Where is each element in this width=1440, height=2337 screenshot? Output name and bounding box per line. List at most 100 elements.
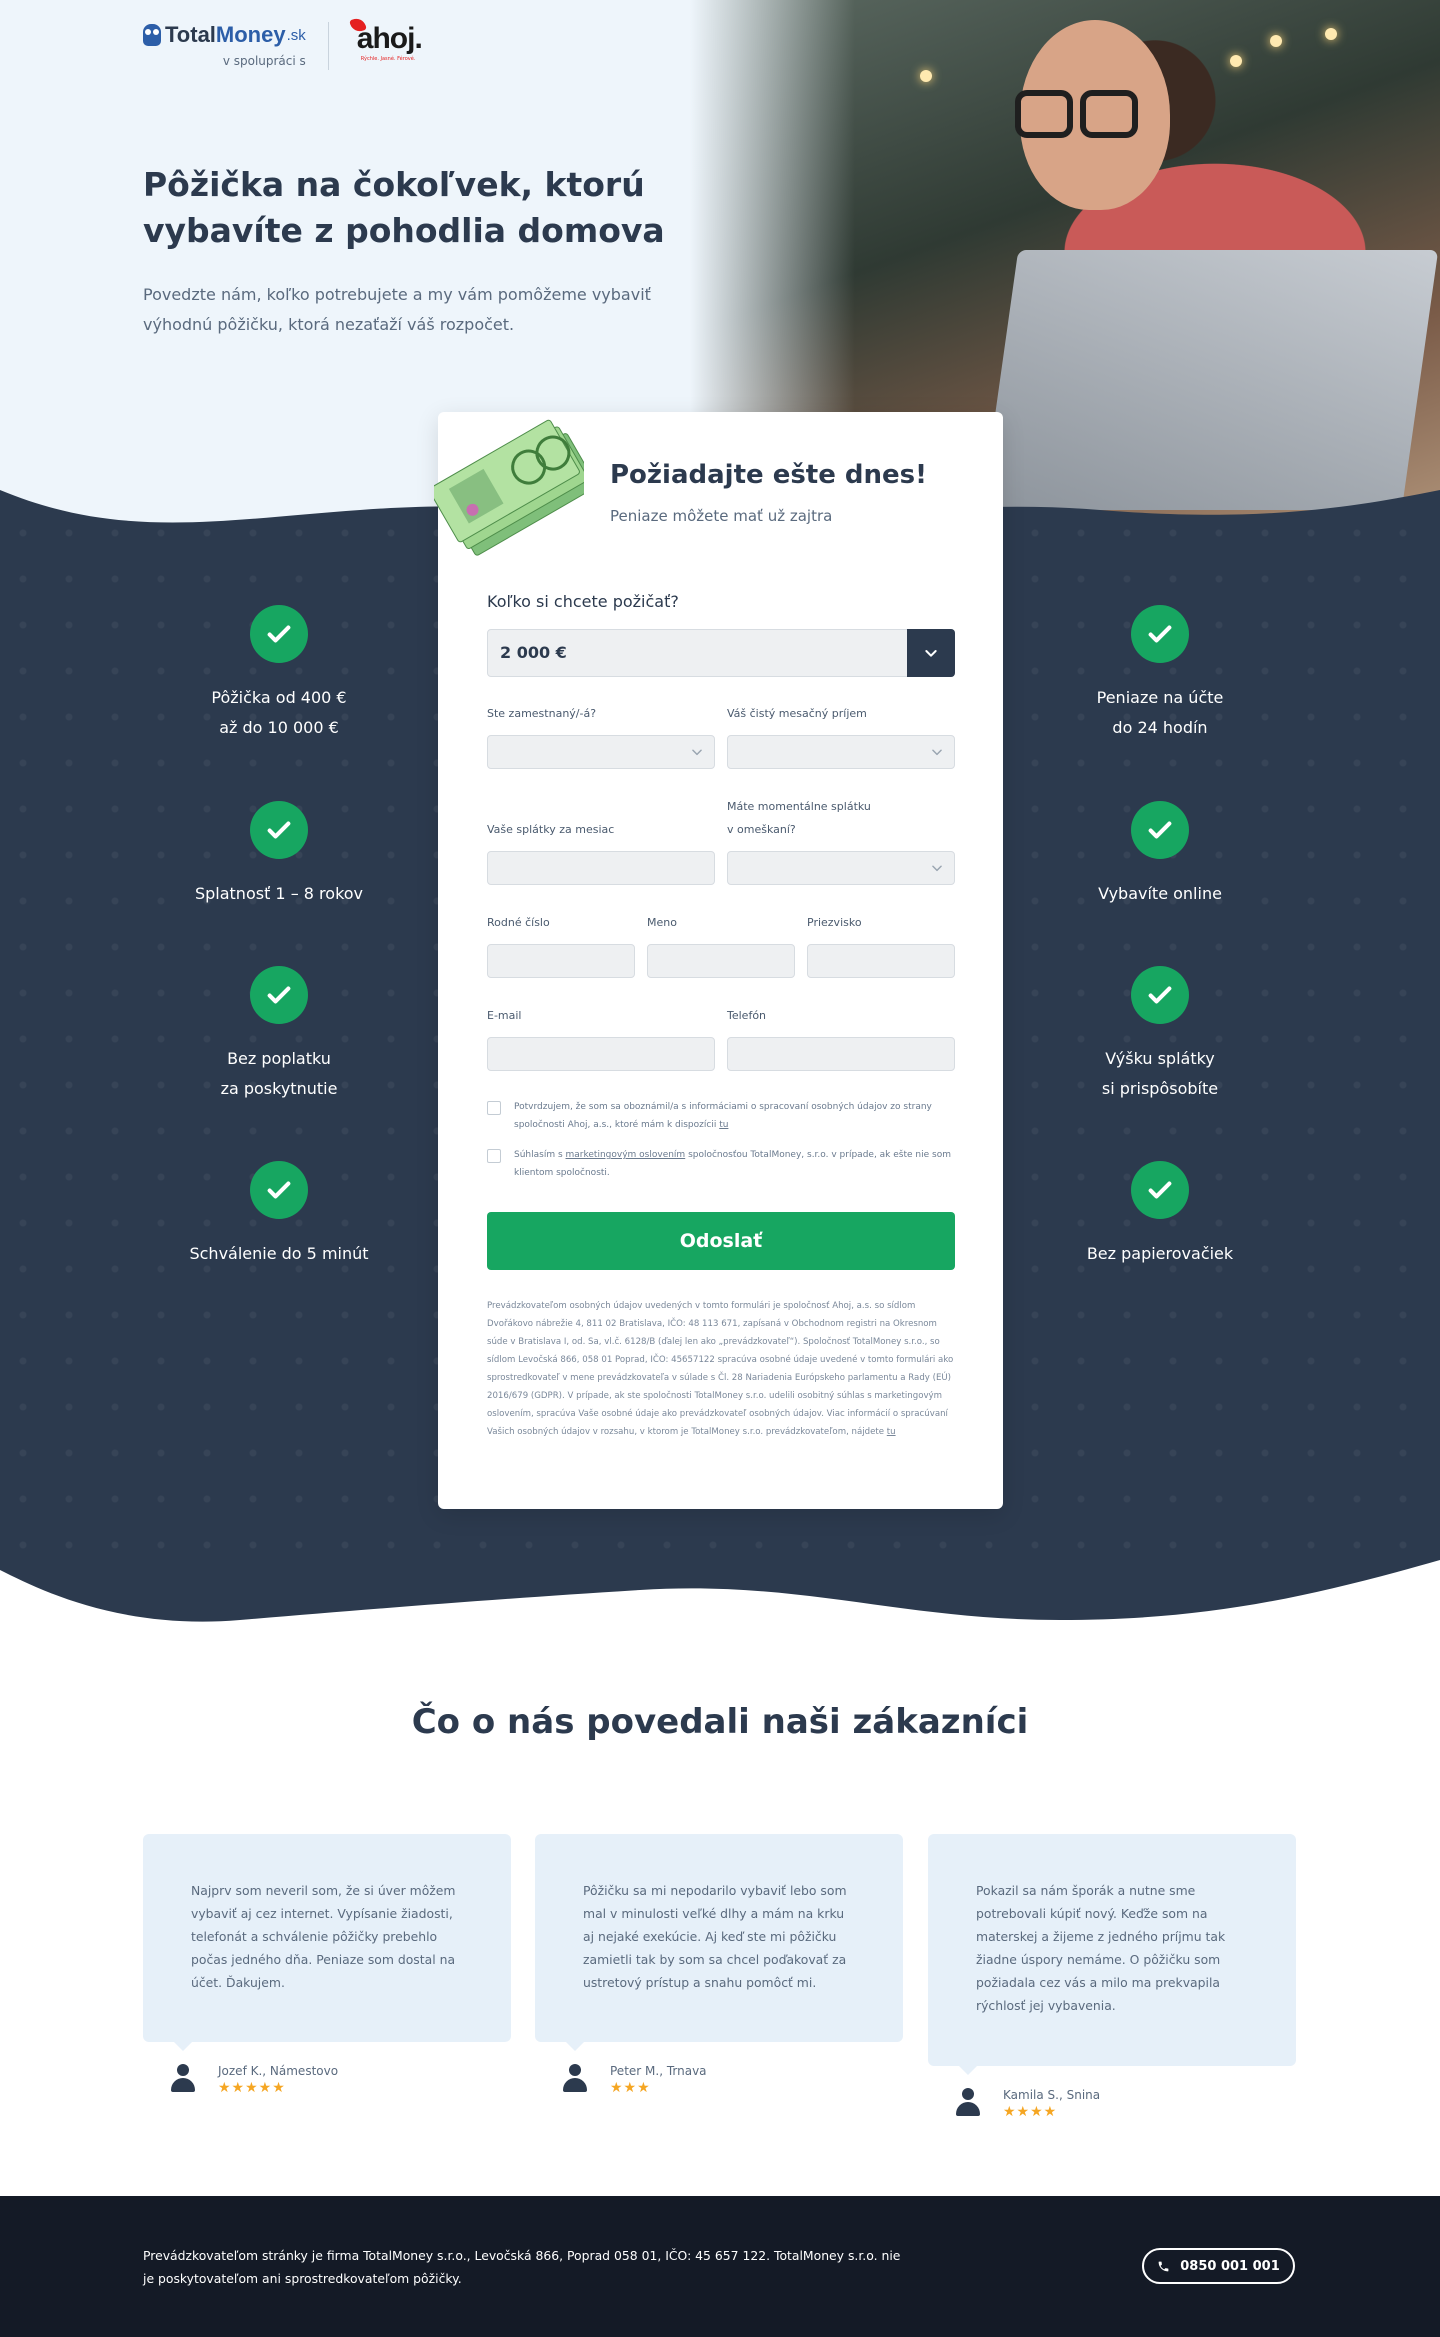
email-input[interactable] — [487, 1037, 715, 1071]
testimonial-card: Pokazil sa nám šporák a nutne sme potreb… — [928, 1834, 1296, 2075]
feature-text: Splatnosť 1 – 8 rokov — [194, 884, 364, 903]
chevron-down-icon — [925, 650, 937, 657]
check-icon — [250, 801, 308, 859]
feature-text: Výšku splátky si prispôsobíte — [1101, 1049, 1219, 1098]
feature-item: Pôžička od 400 € až do 10 000 € — [149, 605, 409, 743]
chevron-down-icon — [932, 865, 942, 872]
phone-icon — [1158, 2261, 1169, 2271]
feature-text: Schválenie do 5 minút — [189, 1244, 369, 1263]
rating-stars: ★★★ — [610, 2080, 651, 2096]
installments-label: Vaše splátky za mesiac — [487, 823, 615, 836]
birth-number-label: Rodné číslo — [487, 916, 550, 929]
phone-button[interactable]: 0850 001 001 — [1142, 2248, 1295, 2284]
testimonial-text: Pôžičku sa mi nepodarilo vybaviť lebo so… — [583, 1883, 847, 1990]
employed-label: Ste zamestnaný/-á? — [487, 707, 597, 720]
feature-item: Splatnosť 1 – 8 rokov — [149, 801, 409, 909]
fine-print-link[interactable]: tu — [887, 1427, 896, 1437]
feature-item: Bez papierovačiek — [1030, 1161, 1290, 1269]
author-name: Jozef K., Námestovo — [218, 2064, 339, 2078]
chevron-down-icon — [932, 749, 942, 756]
amount-label: Koľko si chcete požičať? — [487, 592, 679, 611]
bokeh-light — [920, 70, 932, 82]
check-icon — [250, 966, 308, 1024]
feature-item: Výšku splátky si prispôsobíte — [1030, 966, 1290, 1104]
logo-row: Total Money .sk v spolupráci s ahoj. Rýchl… — [143, 16, 423, 70]
feature-text: Bez poplatku za poskytnutie — [220, 1049, 338, 1098]
brand-name-money: Money — [215, 22, 286, 47]
amount-select[interactable]: 2 000 € — [487, 629, 955, 677]
first-name-input[interactable] — [647, 944, 795, 978]
testimonial-author: Peter M., Trnava ★★★ — [562, 2064, 707, 2096]
income-label: Váš čistý mesačný príjem — [727, 707, 867, 720]
testimonials-title: Čo o nás povedali naši zákazníci — [411, 1702, 1029, 1742]
income-select[interactable] — [727, 735, 955, 769]
footer-text: Prevádzkovateľom stránky je firma TotalM… — [143, 2248, 901, 2286]
overdue-select[interactable] — [727, 851, 955, 885]
partner-tagline: Rýchle. Jasné. Férové. — [360, 56, 416, 62]
rating-stars: ★★★★ — [1003, 2104, 1058, 2120]
hero-title: Pôžička na čokoľvek, ktorú vybavíte z po… — [143, 165, 665, 250]
partner-prefix: v spolupráci s — [222, 54, 306, 68]
overdue-label-line2: v omeškaní? — [727, 823, 796, 836]
consent-privacy-text: Potvrdzujem, že som sa oboznámil/a s inf… — [514, 1098, 954, 1134]
consent-marketing-text: Súhlasím s marketingovým oslovením spolo… — [514, 1146, 954, 1182]
testimonial-card: Pôžičku sa mi nepodarilo vybaviť lebo so… — [535, 1834, 903, 2051]
amount-dropdown-button[interactable] — [907, 629, 955, 677]
totalmoney-wordmark: Total Money .sk — [143, 22, 306, 48]
phone-label: Telefón — [727, 1009, 767, 1022]
last-name-label: Priezvisko — [807, 916, 862, 929]
submit-button[interactable]: Odoslať — [487, 1212, 955, 1270]
last-name-input[interactable] — [807, 944, 955, 978]
feature-text: Bez papierovačiek — [1086, 1244, 1234, 1263]
brand-tld: .sk — [286, 26, 306, 44]
consent-marketing-checkbox[interactable] — [487, 1149, 501, 1163]
hero-photo-glasses — [1080, 90, 1138, 138]
phone-number: 0850 001 001 — [1180, 2258, 1280, 2274]
consent-marketing-pre: Súhlasím s — [514, 1150, 566, 1160]
feature-item: Schválenie do 5 minút — [149, 1161, 409, 1269]
money-bills-image — [434, 419, 584, 556]
feature-text: Pôžička od 400 € až do 10 000 € — [211, 688, 347, 737]
bokeh-light — [1230, 55, 1242, 67]
employed-select[interactable] — [487, 735, 715, 769]
check-icon — [250, 1161, 308, 1219]
footer: Prevádzkovateľom stránky je firma TotalM… — [0, 2196, 1440, 2337]
installments-input[interactable] — [487, 851, 715, 885]
user-icon — [562, 2064, 588, 2094]
rating-stars: ★★★★★ — [218, 2080, 286, 2096]
birth-number-input[interactable] — [487, 944, 635, 978]
testimonial-author: Jozef K., Námestovo ★★★★★ — [170, 2064, 338, 2096]
feature-item: Bez poplatku za poskytnutie — [149, 966, 409, 1104]
bokeh-light — [1325, 28, 1337, 40]
check-icon — [1131, 966, 1189, 1024]
check-icon — [1131, 605, 1189, 663]
first-name-label: Meno — [647, 916, 677, 929]
author-name: Kamila S., Snina — [1003, 2088, 1101, 2102]
bokeh-light — [1270, 35, 1282, 47]
logo-divider — [327, 22, 329, 70]
totalmoney-logo[interactable]: Total Money .sk v spolupráci s — [143, 22, 306, 68]
form-subtitle: Peniaze môžete mať už zajtra — [610, 507, 833, 525]
ahoj-wordmark: ahoj. — [348, 16, 423, 56]
feature-item: Peniaze na účte do 24 hodín — [1030, 605, 1290, 743]
consent-marketing-link[interactable]: marketingovým oslovením — [566, 1150, 686, 1160]
fine-print-text: Prevádzkovateľom osobných údajov uvedený… — [487, 1301, 954, 1437]
author-name: Peter M., Trnava — [610, 2064, 707, 2078]
testimonial-card: Najprv som neveril som, že si úver môžem… — [143, 1834, 511, 2051]
consent-privacy-checkbox[interactable] — [487, 1101, 501, 1115]
phone-input[interactable] — [727, 1037, 955, 1071]
brand-name-total: Total — [165, 22, 216, 47]
hero-photo-glasses — [1015, 90, 1073, 138]
ahoj-logo[interactable]: ahoj. Rýchle. Jasné. Férové. — [348, 16, 423, 62]
check-icon — [250, 605, 308, 663]
hero-text: Povedzte nám, koľko potrebujete a my vám… — [143, 285, 651, 334]
user-icon — [955, 2088, 981, 2118]
owl-logo-icon — [143, 24, 161, 46]
check-icon — [1131, 1161, 1189, 1219]
testimonial-text: Najprv som neveril som, že si úver môžem… — [191, 1883, 456, 1990]
user-icon — [170, 2064, 196, 2094]
privacy-fine-print: Prevádzkovateľom osobných údajov uvedený… — [487, 1297, 955, 1441]
amount-value: 2 000 € — [500, 643, 567, 662]
feature-text: Vybavíte online — [1098, 884, 1222, 903]
consent-privacy-link[interactable]: tu — [719, 1120, 728, 1130]
